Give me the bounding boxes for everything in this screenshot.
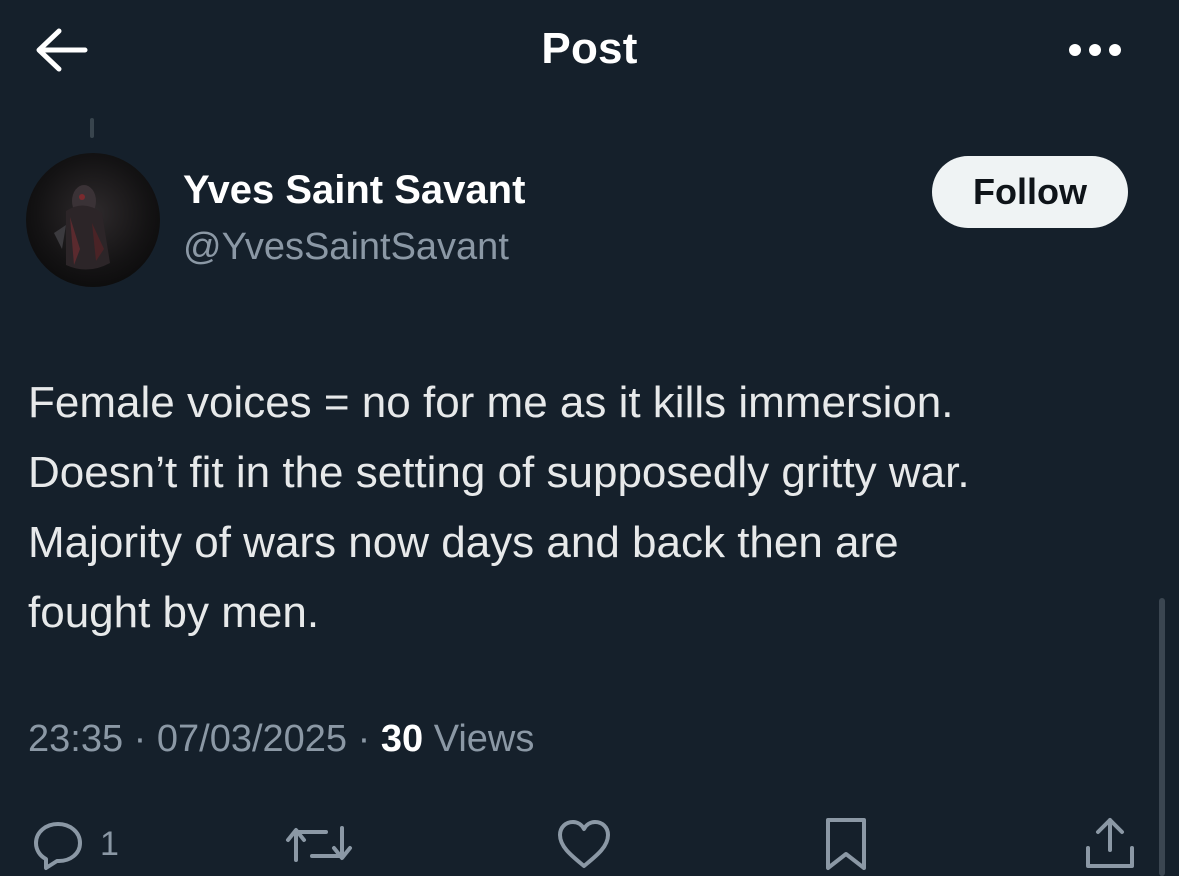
post-date[interactable]: 07/03/2025 — [157, 718, 347, 760]
author-handle[interactable]: @YvesSaintSavant — [183, 226, 509, 269]
post-text-line: Majority of wars now days and back then … — [28, 518, 899, 567]
more-horizontal-icon — [1069, 44, 1121, 56]
reply-icon — [34, 822, 82, 870]
follow-button[interactable]: Follow — [932, 156, 1128, 228]
post-action-bar: 1 — [0, 810, 1179, 876]
views-label: Views — [433, 718, 535, 760]
repost-icon — [286, 826, 352, 862]
like-button[interactable] — [554, 814, 614, 874]
avatar-figure-image — [54, 185, 110, 270]
bookmark-button[interactable] — [818, 814, 874, 874]
reply-count: 1 — [100, 824, 119, 863]
meta-separator: · — [357, 718, 371, 760]
post-time[interactable]: 23:35 — [28, 718, 123, 760]
bookmark-icon — [826, 818, 866, 870]
post-text-line: Female voices = no for me as it kills im… — [28, 378, 954, 427]
author-display-name[interactable]: Yves Saint Savant — [183, 168, 525, 213]
share-icon — [1086, 818, 1134, 868]
post-text-line: fought by men. — [28, 588, 320, 637]
post-text-line: Doesn’t fit in the setting of supposedly… — [28, 448, 970, 497]
heart-icon — [558, 820, 610, 868]
page-title: Post — [541, 24, 638, 73]
repost-button[interactable] — [282, 814, 356, 874]
share-button[interactable] — [1080, 814, 1140, 874]
meta-separator: · — [133, 718, 147, 760]
post-metadata: 23:35 · 07/03/2025 · 30 Views — [28, 718, 534, 761]
reply-button[interactable]: 1 — [30, 814, 119, 874]
thread-connector-line — [90, 118, 94, 138]
top-bar: Post — [0, 0, 1179, 104]
scrollbar[interactable] — [1159, 598, 1165, 876]
post-text: Female voices = no for me as it kills im… — [28, 368, 1153, 648]
more-options-button[interactable] — [1060, 30, 1130, 70]
views-count: 30 — [380, 718, 424, 760]
post-detail-screen: Post Yves Saint Savant @YvesSaintSavant … — [0, 0, 1179, 876]
avatar[interactable] — [26, 153, 160, 287]
